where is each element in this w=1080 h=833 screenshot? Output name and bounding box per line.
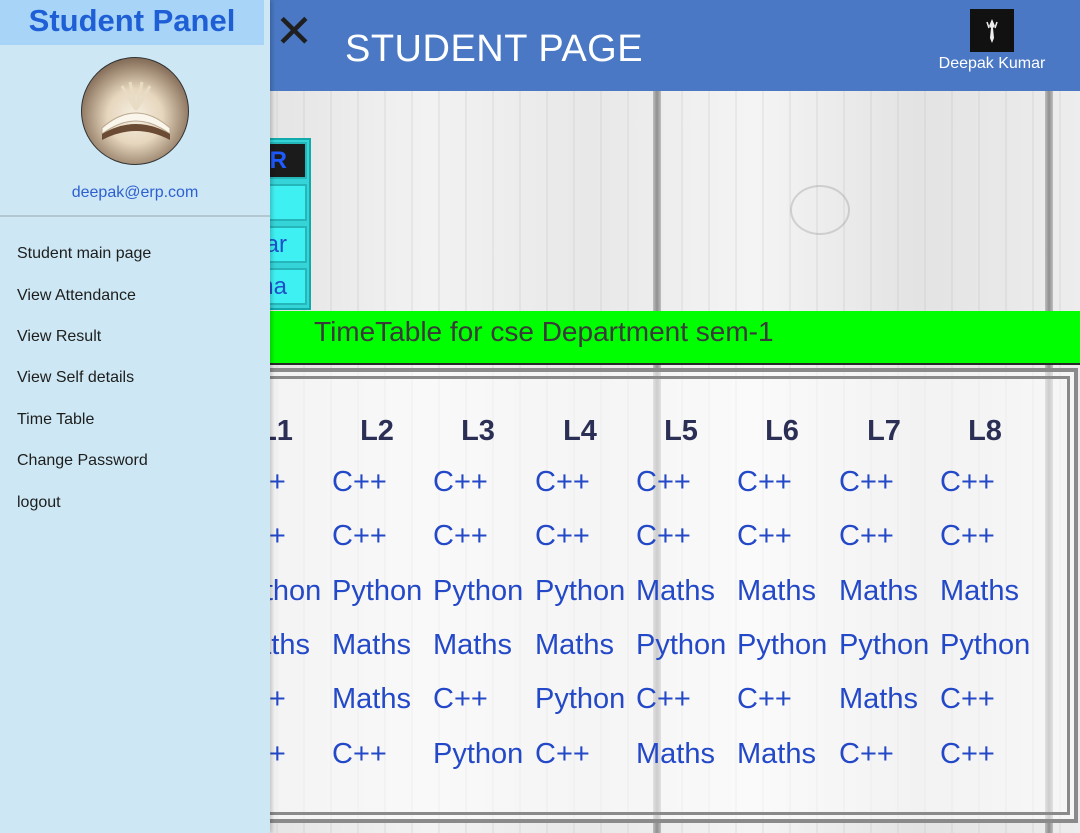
timetable-header: L7: [867, 415, 901, 447]
timetable-cell: C++: [636, 520, 691, 552]
timetable-cell: Python: [535, 683, 626, 715]
timetable-cell: Maths: [839, 575, 918, 607]
timetable-cell: Python: [332, 575, 423, 607]
timetable-cell: C++: [332, 738, 387, 770]
nav-logout[interactable]: logout: [17, 494, 61, 512]
timetable-cell: C++: [535, 466, 590, 498]
timetable-cell: Maths: [839, 683, 918, 715]
timetable-cell: C++: [839, 520, 894, 552]
page-title: STUDENT PAGE: [345, 28, 644, 70]
timetable-cell: C++: [940, 738, 995, 770]
sidebar-title: Student Panel: [28, 3, 236, 38]
timetable-cell: Maths: [332, 629, 411, 661]
timetable-header: L5: [664, 415, 698, 447]
timetable-cell: C++: [332, 520, 387, 552]
profile-picture: [81, 57, 189, 165]
timetable-cell: C++: [737, 683, 792, 715]
close-icon[interactable]: ✕: [273, 8, 315, 54]
timetable-cell: C++: [940, 520, 995, 552]
nav-view-result[interactable]: View Result: [17, 328, 101, 346]
timetable-cell: Python: [839, 629, 930, 661]
timetable-cell: Python: [433, 575, 524, 607]
timetable-header: L2: [360, 415, 394, 447]
user-figure-icon: [986, 18, 998, 43]
timetable-cell: Maths: [737, 738, 816, 770]
timetable-cell: C++: [636, 466, 691, 498]
user-email[interactable]: deepak@erp.com: [0, 184, 270, 202]
timetable-cell: C++: [332, 466, 387, 498]
timetable-cell: C++: [535, 738, 590, 770]
timetable-cell: Maths: [535, 629, 614, 661]
timetable-cell: C++: [839, 466, 894, 498]
timetable-header: L6: [765, 415, 799, 447]
timetable-cell: C++: [433, 683, 488, 715]
sidebar: Student Panel deepak@erp.com Student mai…: [0, 0, 270, 833]
timetable-cell: Python: [433, 738, 524, 770]
timetable-cell: Maths: [332, 683, 411, 715]
timetable-cell: C++: [940, 683, 995, 715]
timetable-cell: C++: [940, 466, 995, 498]
timetable-cell: Python: [737, 629, 828, 661]
timetable-header: L4: [563, 415, 597, 447]
nav-view-self-details[interactable]: View Self details: [17, 369, 134, 387]
user-name: Deepak Kumar: [938, 55, 1046, 72]
timetable-cell: Maths: [433, 629, 512, 661]
timetable-header: L3: [461, 415, 495, 447]
nav-student-main-page[interactable]: Student main page: [17, 245, 151, 263]
timetable-cell: C++: [737, 520, 792, 552]
timetable-cell: C++: [636, 683, 691, 715]
open-book-icon: [101, 81, 171, 140]
timetable-cell: Python: [940, 629, 1031, 661]
timetable-cell: C++: [535, 520, 590, 552]
timetable-cell: Maths: [737, 575, 816, 607]
sidebar-divider: [0, 215, 270, 217]
nav-change-password[interactable]: Change Password: [17, 452, 148, 470]
timetable-cell: C++: [839, 738, 894, 770]
user-avatar[interactable]: [970, 9, 1014, 52]
timetable-title: TimeTable for cse Department sem-1: [314, 316, 774, 347]
timetable-header: L8: [968, 415, 1002, 447]
wood-knot: [790, 185, 850, 235]
timetable-cell: C++: [737, 466, 792, 498]
timetable-cell: Maths: [636, 575, 715, 607]
timetable-cell: C++: [433, 520, 488, 552]
timetable-cell: Python: [636, 629, 727, 661]
nav-time-table[interactable]: Time Table: [17, 411, 94, 429]
nav-view-attendance[interactable]: View Attendance: [17, 287, 136, 305]
timetable-cell: Python: [535, 575, 626, 607]
timetable-cell: Maths: [940, 575, 1019, 607]
timetable-cell: Maths: [636, 738, 715, 770]
timetable-cell: C++: [433, 466, 488, 498]
